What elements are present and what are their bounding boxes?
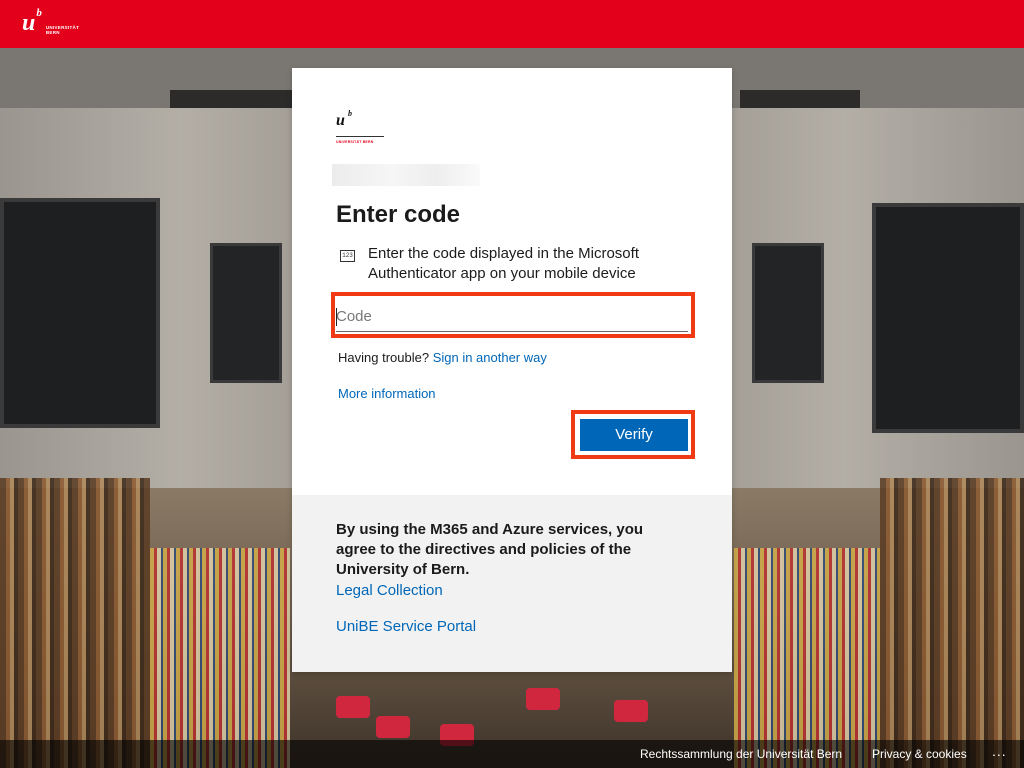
- card-logo-text: UNIVERSITÄT BERN: [336, 140, 374, 144]
- authenticator-code-icon: 123: [340, 250, 355, 262]
- more-information-link[interactable]: More information: [338, 386, 436, 402]
- bottom-bar: Rechtssammlung der Universität Bern Priv…: [0, 740, 1024, 768]
- trouble-row: Having trouble? Sign in another way: [338, 350, 547, 366]
- university-logo[interactable]: u b UNIVERSITÄT BERN: [22, 7, 79, 38]
- logo-superscript: b: [36, 7, 42, 19]
- card-logo-letter: u: [336, 112, 345, 129]
- privacy-cookies-link[interactable]: Privacy & cookies: [872, 746, 967, 762]
- service-portal-link[interactable]: UniBE Service Portal: [336, 617, 476, 637]
- sign-in-card: u b UNIVERSITÄT BERN Enter code 123 Ente…: [292, 68, 732, 672]
- legal-collection-link[interactable]: Legal Collection: [336, 581, 443, 601]
- rechtssammlung-link[interactable]: Rechtssammlung der Universität Bern: [640, 746, 842, 762]
- trouble-prefix: Having trouble?: [338, 350, 430, 365]
- code-input[interactable]: [336, 302, 688, 332]
- card-footer: By using the M365 and Azure services, yo…: [292, 495, 732, 672]
- more-options-icon[interactable]: ...: [992, 743, 1007, 759]
- logo-text-line2: BERN: [45, 30, 60, 35]
- logo-letter: u: [22, 10, 36, 36]
- instruction-text: Enter the code displayed in the Microsof…: [368, 245, 639, 282]
- page-title: Enter code: [336, 201, 461, 228]
- card-main: u b UNIVERSITÄT BERN Enter code 123 Ente…: [292, 68, 732, 495]
- card-logo-divider: [336, 136, 384, 137]
- top-brand-bar: u b UNIVERSITÄT BERN: [0, 0, 1024, 48]
- sign-in-another-way-link[interactable]: Sign in another way: [433, 350, 547, 365]
- policy-notice: By using the M365 and Azure services, yo…: [336, 521, 644, 578]
- text-caret: [336, 308, 337, 326]
- card-logo: u b UNIVERSITÄT BERN: [336, 109, 384, 148]
- verify-button[interactable]: Verify: [580, 419, 688, 451]
- card-logo-superscript: b: [348, 109, 352, 118]
- account-name-redacted: [332, 164, 480, 186]
- logo-text: UNIVERSITÄT BERN: [46, 25, 79, 35]
